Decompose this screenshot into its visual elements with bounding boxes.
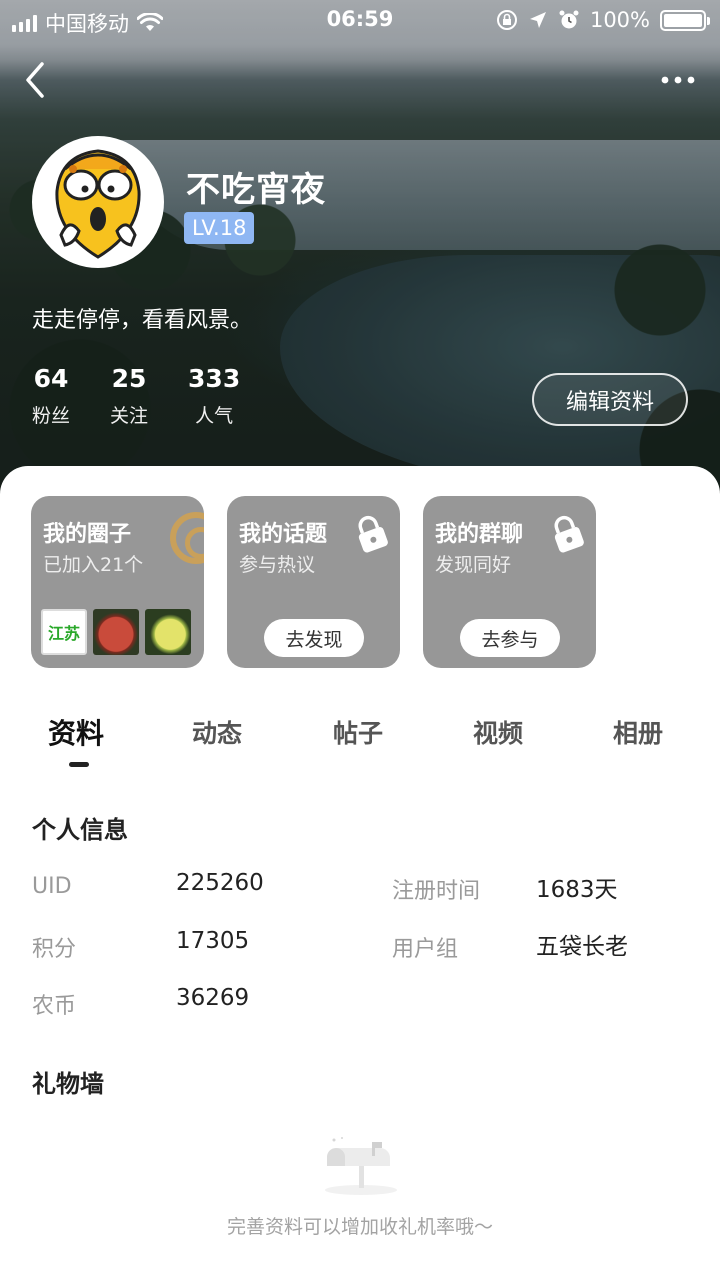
tab-albums[interactable]: 相册 — [613, 714, 663, 750]
circle-thumb-apple-image[interactable] — [93, 609, 139, 655]
content-sheet: 我的圈子 已加入21个 江苏 我的话题 参与热议 去发现 我的群聊 发现同好 去… — [0, 466, 720, 1280]
stat-value: 25 — [111, 364, 147, 393]
card-title: 我的群聊 — [435, 522, 524, 547]
battery-icon — [660, 9, 710, 31]
level-badge: LV.18 — [184, 212, 255, 244]
info-value-registered: 1683天 — [536, 877, 618, 903]
stat-fans[interactable]: 64 粉丝 — [32, 364, 70, 428]
info-label-coins: 农币 — [32, 994, 77, 1019]
info-label-points: 积分 — [32, 937, 77, 962]
alarm-icon — [559, 10, 579, 29]
card-subtitle: 发现同好 — [435, 554, 512, 576]
info-value-points: 17305 — [176, 928, 250, 954]
section-title-gift-wall: 礼物墙 — [32, 1070, 104, 1098]
stat-label: 人气 — [195, 405, 234, 427]
card-subtitle: 参与热议 — [239, 554, 316, 576]
card-my-groups[interactable]: 我的群聊 发现同好 去参与 — [423, 496, 596, 668]
tab-posts[interactable]: 帖子 — [333, 714, 383, 750]
lock-icon — [554, 515, 584, 553]
rotation-lock-icon — [496, 10, 517, 30]
stat-value: 333 — [188, 364, 241, 393]
info-label-uid: UID — [32, 874, 72, 899]
info-label-registered: 注册时间 — [392, 879, 481, 904]
card-title: 我的话题 — [239, 522, 328, 547]
info-value-user-group: 五袋长老 — [536, 934, 628, 960]
battery-percent: 100% — [589, 8, 650, 32]
feature-cards: 我的圈子 已加入21个 江苏 我的话题 参与热议 去发现 我的群聊 发现同好 去… — [31, 496, 596, 668]
info-value-coins: 36269 — [176, 985, 250, 1011]
section-title-personal-info: 个人信息 — [32, 816, 128, 844]
gift-wall-empty-text: 完善资料可以增加收礼机率哦～ — [226, 1216, 493, 1238]
profile-header: 中国移动 06:59 100% 不吃宵夜 LV.18 走走停停，看看风景。 64… — [0, 0, 720, 500]
circle-decoration-icon — [170, 512, 204, 564]
stat-value: 64 — [33, 364, 69, 393]
username: 不吃宵夜 — [186, 170, 326, 210]
status-right: 100% — [496, 8, 710, 32]
info-label-user-group: 用户组 — [392, 937, 459, 962]
card-subtitle: 已加入21个 — [43, 554, 144, 576]
tab-profile[interactable]: 资料 — [48, 712, 104, 752]
stat-popularity[interactable]: 333 人气 — [188, 364, 240, 428]
stat-following[interactable]: 25 关注 — [110, 364, 148, 428]
stat-label: 关注 — [110, 405, 149, 427]
edit-profile-button[interactable]: 编辑资料 — [532, 373, 688, 426]
join-button[interactable]: 去参与 — [460, 619, 560, 657]
status-bar: 中国移动 06:59 100% — [0, 0, 720, 40]
avatar[interactable] — [32, 136, 164, 268]
tab-videos[interactable]: 视频 — [473, 714, 523, 750]
avatar-cartoon-image — [35, 139, 161, 265]
more-icon[interactable] — [656, 66, 700, 94]
location-icon — [529, 12, 546, 28]
circle-thumb-jiangsu[interactable]: 江苏 — [41, 609, 87, 655]
card-title: 我的圈子 — [43, 522, 132, 547]
discover-button[interactable]: 去发现 — [264, 619, 364, 657]
info-value-uid: 225260 — [176, 870, 264, 896]
bio-text: 走走停停，看看风景。 — [32, 308, 253, 333]
tab-activity[interactable]: 动态 — [192, 714, 242, 750]
circle-thumb-fruit-image[interactable] — [145, 609, 191, 655]
card-my-circles[interactable]: 我的圈子 已加入21个 江苏 — [31, 496, 204, 668]
card-my-topics[interactable]: 我的话题 参与热议 去发现 — [227, 496, 400, 668]
profile-tabs: 资料 动态 帖子 视频 相册 — [0, 714, 720, 774]
lock-icon — [358, 515, 388, 553]
active-tab-indicator — [69, 762, 89, 767]
empty-mailbox-icon — [325, 1137, 397, 1195]
circle-thumbnails: 江苏 — [41, 609, 191, 655]
stat-label: 粉丝 — [32, 405, 71, 427]
stats-row: 64 粉丝 25 关注 333 人气 — [32, 364, 240, 428]
back-icon[interactable] — [18, 58, 58, 102]
